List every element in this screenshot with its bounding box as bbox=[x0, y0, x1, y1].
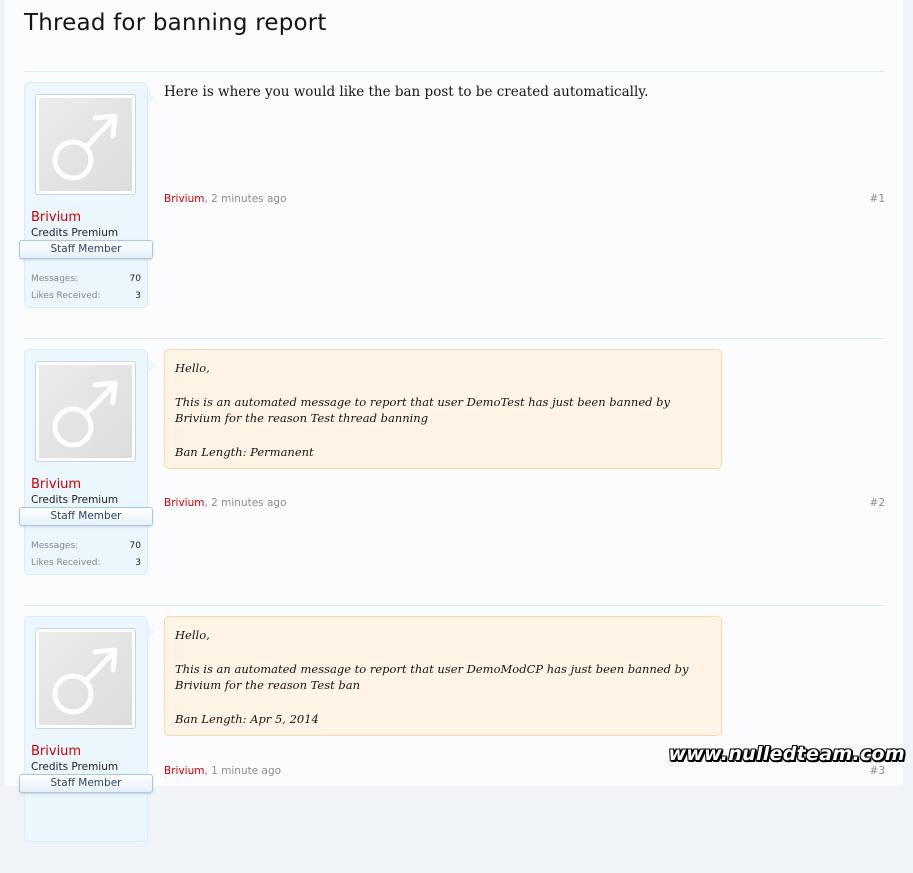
page-title: Thread for banning report bbox=[24, 10, 327, 36]
user-info-block: Brivium Credits Premium Staff Member Mes… bbox=[19, 82, 155, 308]
post-meta: Brivium, 1 minute ago bbox=[164, 765, 281, 777]
messages-count: 70 bbox=[129, 274, 141, 284]
ban-report-message: Hello, This is an automated message to r… bbox=[164, 616, 722, 736]
post-date[interactable]: , 1 minute ago bbox=[204, 765, 281, 777]
post-meta: Brivium, 2 minutes ago bbox=[164, 497, 287, 509]
message-greeting: Hello, bbox=[175, 361, 210, 375]
post-number[interactable]: #2 bbox=[870, 497, 885, 509]
messages-count: 70 bbox=[129, 541, 141, 551]
message-greeting: Hello, bbox=[175, 628, 210, 642]
user-info-block: Brivium Credits Premium Staff Member Mes… bbox=[19, 349, 155, 575]
post-2: Brivium Credits Premium Staff Member Mes… bbox=[19, 338, 885, 606]
male-symbol-icon bbox=[52, 647, 118, 715]
username[interactable]: Brivium bbox=[31, 210, 81, 225]
message-text: Here is where you would like the ban pos… bbox=[164, 84, 649, 100]
staff-member-banner: Staff Member bbox=[19, 507, 153, 526]
avatar[interactable] bbox=[35, 94, 136, 195]
post-number[interactable]: #1 bbox=[870, 193, 885, 205]
post-meta: Brivium, 2 minutes ago bbox=[164, 193, 287, 205]
watermark: www.nulledteam.com bbox=[668, 743, 905, 765]
user-info-block: Brivium Credits Premium Staff Member bbox=[19, 616, 155, 842]
meta-author-link[interactable]: Brivium bbox=[164, 497, 204, 509]
post-number[interactable]: #3 bbox=[870, 765, 885, 777]
likes-label: Likes Received: bbox=[31, 558, 101, 568]
main-content: Thread for banning report Brivium Credit… bbox=[5, 0, 903, 842]
staff-member-banner: Staff Member bbox=[19, 774, 153, 793]
ban-report-message: Hello, This is an automated message to r… bbox=[164, 349, 722, 469]
post-date[interactable]: , 2 minutes ago bbox=[204, 193, 286, 205]
message-body: This is an automated message to report t… bbox=[175, 394, 670, 426]
ban-length: Ban Length: Apr 5, 2014 bbox=[175, 711, 319, 726]
avatar[interactable] bbox=[35, 361, 136, 462]
user-title: Credits Premium bbox=[31, 227, 119, 239]
staff-member-banner: Staff Member bbox=[19, 240, 153, 259]
meta-author-link[interactable]: Brivium bbox=[164, 765, 204, 777]
messages-label: Messages: bbox=[31, 274, 79, 284]
likes-count: 3 bbox=[135, 291, 141, 301]
avatar[interactable] bbox=[35, 628, 136, 729]
username[interactable]: Brivium bbox=[31, 477, 81, 492]
user-title: Credits Premium bbox=[31, 761, 119, 773]
male-symbol-icon bbox=[52, 380, 118, 448]
ban-length: Ban Length: Permanent bbox=[175, 444, 314, 459]
likes-count: 3 bbox=[135, 558, 141, 568]
likes-label: Likes Received: bbox=[31, 291, 101, 301]
male-symbol-icon bbox=[52, 113, 118, 181]
post-3: Brivium Credits Premium Staff Member Hel… bbox=[19, 605, 885, 873]
post-date[interactable]: , 2 minutes ago bbox=[204, 497, 286, 509]
username[interactable]: Brivium bbox=[31, 744, 81, 759]
user-title: Credits Premium bbox=[31, 494, 119, 506]
messages-label: Messages: bbox=[31, 541, 79, 551]
message-body: This is an automated message to report t… bbox=[175, 661, 689, 693]
meta-author-link[interactable]: Brivium bbox=[164, 193, 204, 205]
post-1: Brivium Credits Premium Staff Member Mes… bbox=[19, 71, 885, 339]
